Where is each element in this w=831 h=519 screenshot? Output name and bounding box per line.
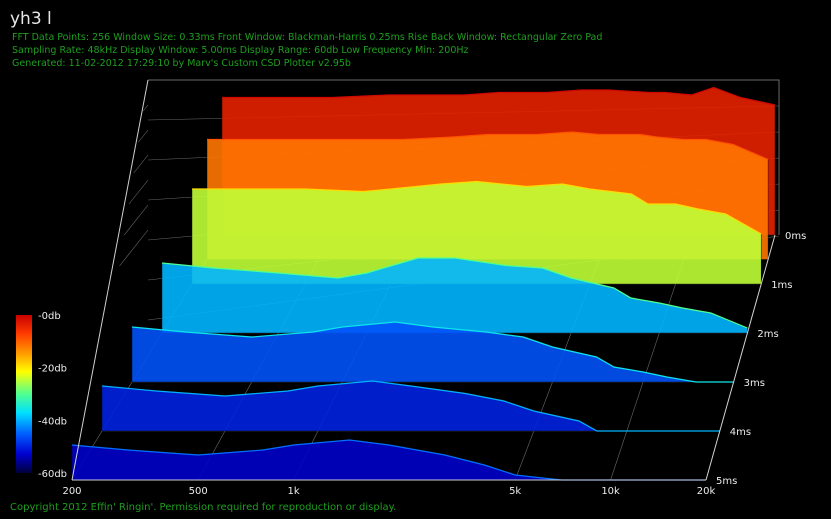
colorbar-label: -60db bbox=[38, 469, 67, 480]
copyright-footer: Copyright 2012 Effin' Ringin'. Permissio… bbox=[10, 502, 397, 513]
left-wall-grid bbox=[128, 179, 149, 205]
colorbar-label: -40db bbox=[38, 416, 67, 427]
freq-tick-label: 5k bbox=[509, 486, 521, 497]
left-wall-grid bbox=[124, 204, 149, 236]
decay-slice bbox=[101, 380, 720, 432]
freq-tick-label: 200 bbox=[62, 486, 81, 497]
csd-waterfall-plot: 200 500 1k 5k 10k 20k 0ms 1ms 2ms 3ms 4ms 5ms -0db -2… bbox=[16, 79, 806, 497]
left-wall-grid bbox=[119, 229, 149, 267]
freq-tick-label: 500 bbox=[189, 486, 208, 497]
time-tick-label: 0ms bbox=[785, 231, 806, 242]
time-tick-label: 2ms bbox=[757, 329, 778, 340]
freq-tick-label: 1k bbox=[287, 486, 299, 497]
left-wall-grid bbox=[138, 129, 149, 143]
time-tick-label: 4ms bbox=[730, 427, 751, 438]
time-tick-label: 3ms bbox=[744, 378, 765, 389]
freq-tick-label: 10k bbox=[601, 486, 620, 497]
colorbar bbox=[16, 315, 32, 473]
colorbar-label: -20db bbox=[38, 364, 67, 375]
left-wall-grid bbox=[143, 104, 149, 112]
surface-layer bbox=[71, 86, 776, 481]
left-wall-grid bbox=[133, 154, 149, 174]
freq-tick-label: 20k bbox=[697, 486, 716, 497]
decay-slice bbox=[71, 439, 706, 481]
colorbar-label: -0db bbox=[38, 311, 61, 322]
time-tick-label: 1ms bbox=[771, 280, 792, 291]
time-tick-label: 5ms bbox=[716, 476, 737, 487]
